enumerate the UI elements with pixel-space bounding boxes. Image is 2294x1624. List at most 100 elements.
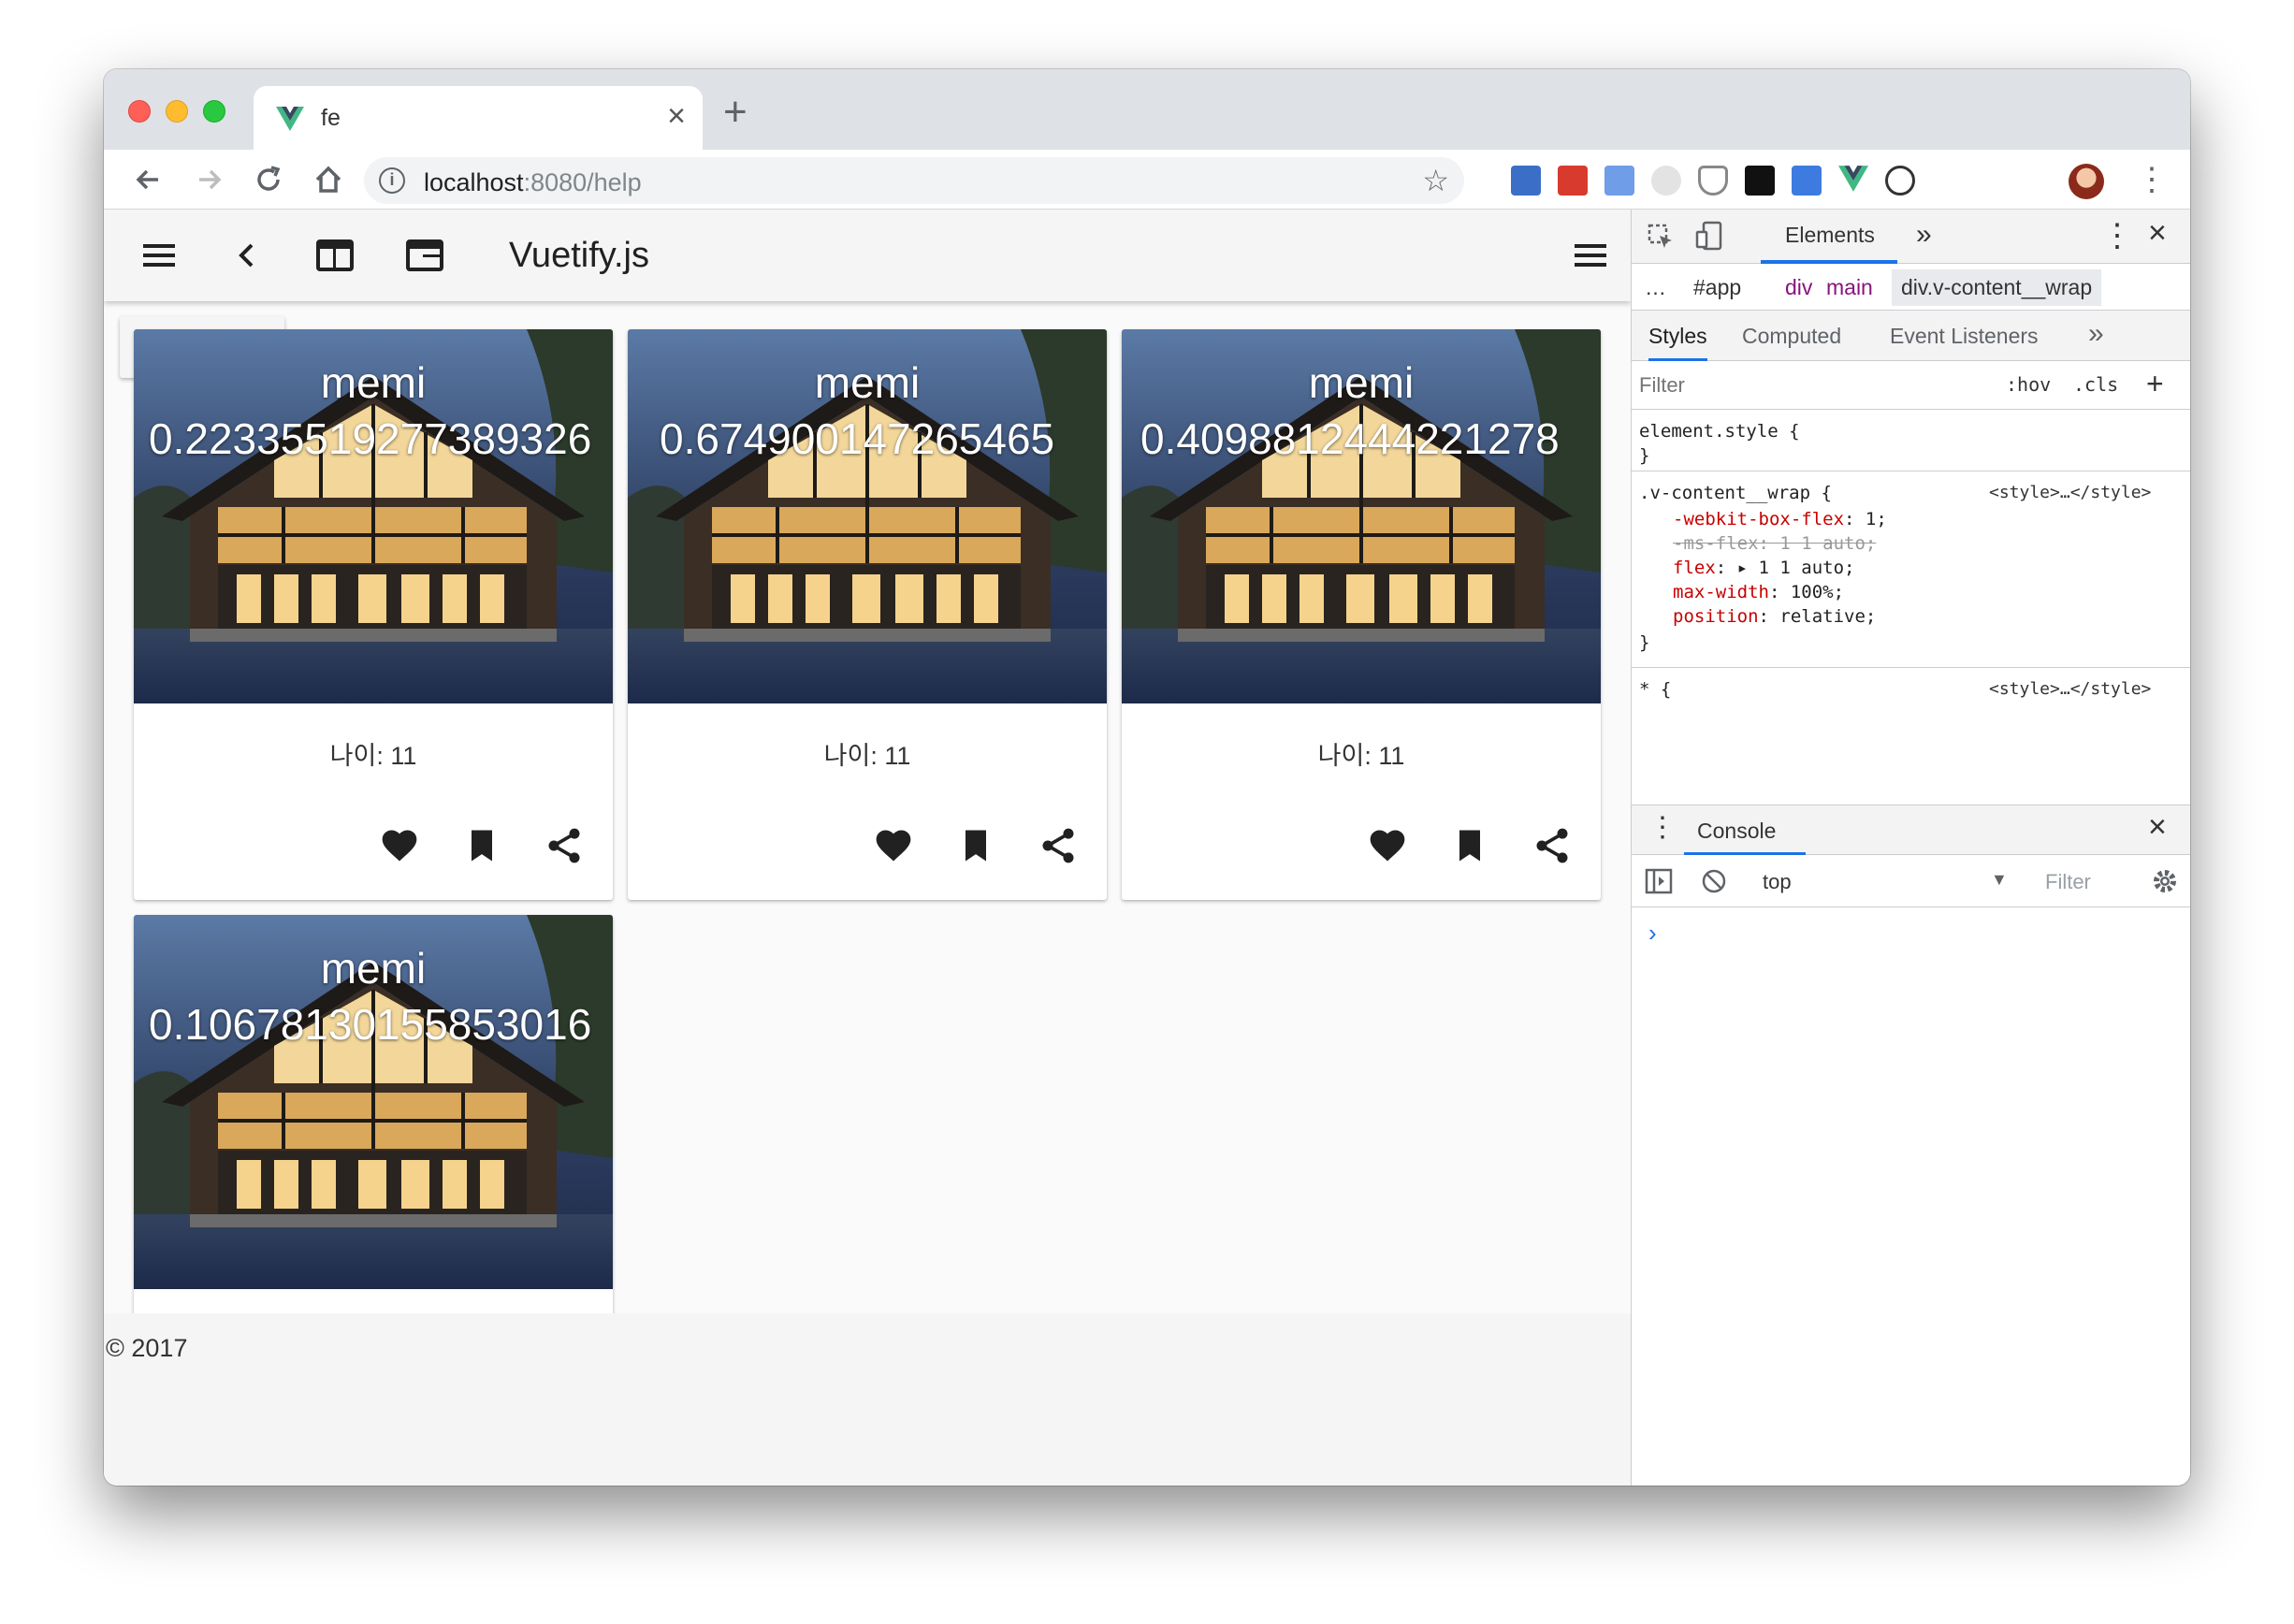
translate-extension-icon[interactable] bbox=[1604, 166, 1634, 196]
vue-extension-icon[interactable] bbox=[1838, 166, 1868, 196]
clear-console-icon[interactable] bbox=[1701, 868, 1727, 894]
inspect-element-icon[interactable] bbox=[1647, 223, 1675, 251]
breadcrumb: … #app div main div.v-content__wrap bbox=[1632, 264, 2190, 311]
tab-elements-label: Elements bbox=[1785, 223, 1875, 247]
chevron-left-icon[interactable] bbox=[225, 234, 269, 277]
browser-tab[interactable]: fe × bbox=[254, 86, 703, 150]
right-menu-icon[interactable] bbox=[1569, 234, 1612, 277]
share-icon[interactable] bbox=[544, 825, 585, 866]
breadcrumb-app[interactable]: #app bbox=[1693, 275, 1741, 300]
footer bbox=[104, 1313, 1631, 1486]
device-toolbar-icon[interactable] bbox=[1695, 221, 1723, 251]
profile-avatar[interactable] bbox=[2069, 164, 2104, 199]
close-tab-icon[interactable]: × bbox=[667, 99, 686, 133]
favorite-icon[interactable] bbox=[379, 825, 420, 866]
bookmark-icon[interactable] bbox=[955, 825, 996, 866]
rule-source-link[interactable]: <style>…</style> bbox=[1989, 679, 2151, 699]
card-age-text: 나이: 11 bbox=[1317, 742, 1405, 770]
site-info-icon[interactable]: i bbox=[379, 167, 405, 194]
subtab-styles[interactable]: Styles bbox=[1648, 324, 1707, 361]
declaration[interactable]: max-width: 100%; bbox=[1673, 582, 1844, 602]
zoom-window-button[interactable] bbox=[203, 100, 225, 123]
card-title: memi bbox=[814, 358, 921, 407]
devtools-close-icon[interactable]: × bbox=[2148, 215, 2167, 252]
grey-extension-icon[interactable] bbox=[1651, 166, 1681, 196]
declaration-property: max-width bbox=[1673, 582, 1769, 602]
declaration[interactable]: position: relative; bbox=[1673, 606, 1876, 627]
card: memi 0.4098812444221278 나이: 11 bbox=[1122, 329, 1601, 900]
console-prompt[interactable]: › bbox=[1648, 919, 1657, 948]
styles-filter-bar: :hov .cls + bbox=[1632, 361, 2190, 410]
bookmark-icon[interactable] bbox=[1449, 825, 1490, 866]
back-button[interactable] bbox=[130, 161, 167, 198]
sidebar-toggle-icon[interactable] bbox=[1645, 868, 1673, 894]
url-text: localhost:8080/help bbox=[424, 168, 642, 197]
web-asset-icon[interactable] bbox=[403, 234, 446, 277]
devtools-menu-icon[interactable]: ⋮ bbox=[2101, 217, 2133, 254]
browser-menu-icon[interactable]: ⋮ bbox=[2136, 161, 2168, 198]
close-window-button[interactable] bbox=[128, 100, 151, 123]
app-toolbar: Vuetify.js bbox=[104, 210, 1631, 301]
bookmark-icon[interactable] bbox=[461, 825, 502, 866]
tab-console[interactable]: Console bbox=[1684, 805, 1806, 856]
more-tabs-icon[interactable]: » bbox=[1916, 219, 1932, 251]
favorite-icon[interactable] bbox=[1367, 825, 1408, 866]
web-layout-icon[interactable] bbox=[313, 234, 356, 277]
shield-extension-icon[interactable] bbox=[1698, 166, 1728, 196]
subtab-computed[interactable]: Computed bbox=[1742, 324, 1841, 349]
styles-subtabs: Styles Computed Event Listeners » bbox=[1632, 311, 2190, 361]
favorite-icon[interactable] bbox=[873, 825, 914, 866]
breadcrumb-div[interactable]: div bbox=[1785, 275, 1812, 300]
console-settings-gear-icon[interactable] bbox=[2152, 868, 2178, 894]
drawer-menu-icon[interactable]: ⋮ bbox=[1648, 811, 1677, 844]
subtab-more-icon[interactable]: » bbox=[2088, 318, 2104, 350]
forward-arrow-icon bbox=[199, 169, 222, 190]
drawer-close-icon[interactable]: × bbox=[2148, 809, 2167, 846]
card-title: memi bbox=[320, 944, 427, 993]
console-filter-input[interactable]: Filter bbox=[2045, 870, 2091, 894]
info-extension-icon[interactable] bbox=[1885, 166, 1915, 196]
share-icon[interactable] bbox=[1038, 825, 1079, 866]
styles-filter-input[interactable] bbox=[1639, 370, 2013, 400]
universal-rule: * { <style>…</style> bbox=[1632, 668, 2190, 805]
declaration[interactable]: -webkit-box-flex: 1; bbox=[1673, 509, 1887, 529]
card-number: 0.10678130155853016 bbox=[149, 1000, 592, 1049]
subtab-event-listeners[interactable]: Event Listeners bbox=[1890, 324, 2039, 349]
minimize-window-button[interactable] bbox=[166, 100, 188, 123]
new-style-rule-icon[interactable]: + bbox=[2146, 367, 2164, 401]
breadcrumb-ellipsis[interactable]: … bbox=[1645, 275, 1666, 300]
vue-logo-icon bbox=[276, 107, 304, 131]
url-path: :8080/help bbox=[523, 168, 642, 196]
devtools-tabbar: Elements » ⋮ × bbox=[1632, 210, 2190, 264]
declaration[interactable]: flex: ▸ 1 1 auto; bbox=[1673, 558, 1854, 578]
reload-button[interactable] bbox=[250, 161, 287, 198]
cls-toggle[interactable]: .cls bbox=[2073, 373, 2118, 396]
address-bar[interactable]: i localhost:8080/help ☆ bbox=[364, 157, 1464, 204]
forward-button[interactable] bbox=[190, 161, 227, 198]
book-extension-icon[interactable] bbox=[1558, 166, 1588, 196]
declaration-property: position bbox=[1673, 606, 1759, 627]
rule-close: } bbox=[1639, 632, 1650, 653]
context-dropdown-icon[interactable]: ▼ bbox=[1991, 870, 2008, 890]
rule-source-link[interactable]: <style>…</style> bbox=[1989, 483, 2151, 502]
breadcrumb-content-wrap[interactable]: div.v-content__wrap bbox=[1892, 269, 2102, 306]
bookmark-star-icon[interactable]: ☆ bbox=[1422, 163, 1449, 198]
overridden-declaration[interactable]: -ms-flex: 1 1 auto; bbox=[1673, 533, 1876, 554]
console-drawer-header: ⋮ Console × bbox=[1632, 805, 2190, 856]
breadcrumb-main[interactable]: main bbox=[1826, 275, 1873, 300]
declaration-value: relative; bbox=[1779, 606, 1877, 627]
tab-elements[interactable]: Elements bbox=[1761, 210, 1897, 264]
context-selector[interactable]: top bbox=[1763, 870, 1792, 894]
card-actions bbox=[134, 788, 613, 900]
card-image: memi 0.674900147265465 bbox=[628, 329, 1107, 703]
browser-toolbar: i localhost:8080/help ☆ ⋮ bbox=[104, 150, 2190, 210]
download-extension-icon[interactable] bbox=[1511, 166, 1541, 196]
share-icon[interactable] bbox=[1532, 825, 1573, 866]
card-title: memi bbox=[320, 358, 427, 407]
jetbrains-extension-icon[interactable] bbox=[1745, 166, 1775, 196]
vue-devtools-extension-icon[interactable] bbox=[1792, 166, 1822, 196]
menu-icon[interactable] bbox=[138, 234, 181, 277]
hov-toggle[interactable]: :hov bbox=[2006, 373, 2051, 396]
new-tab-button[interactable]: + bbox=[723, 92, 748, 133]
home-button[interactable] bbox=[310, 161, 347, 198]
